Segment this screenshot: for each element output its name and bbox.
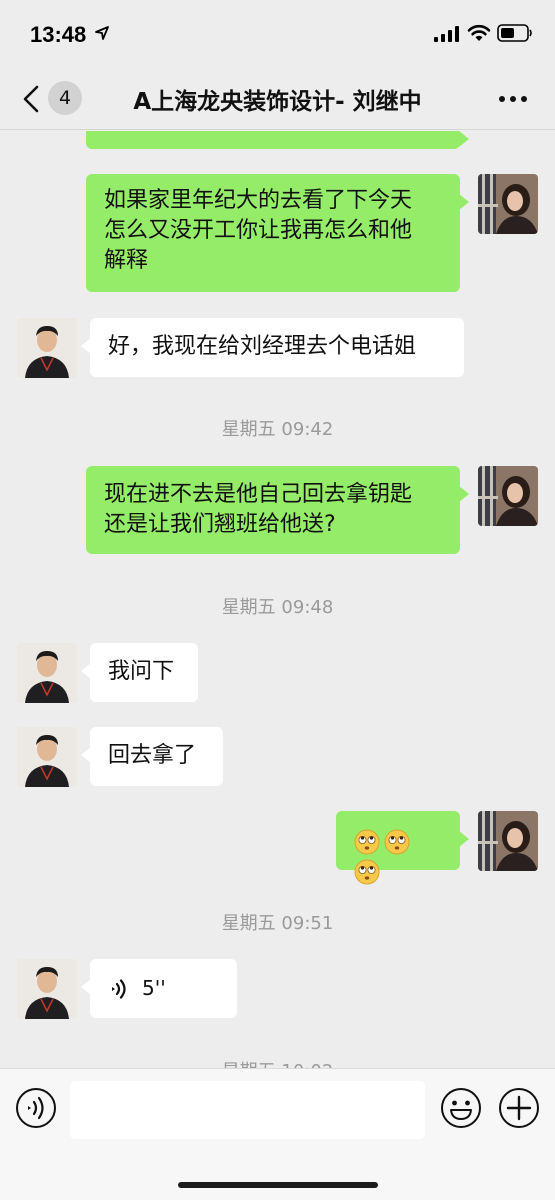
message-bubble-outgoing[interactable]: 如果家里年纪大的去看了下今天 怎么又没开工你让我再怎么和他 解释 (86, 174, 469, 292)
emoji-icon[interactable] (440, 1087, 482, 1129)
voice-message-bubble[interactable]: 5'' (81, 959, 237, 1018)
contact-avatar[interactable] (17, 727, 77, 787)
contact-avatar[interactable] (17, 318, 77, 378)
my-avatar[interactable] (478, 811, 538, 871)
message-bubble-incoming[interactable]: 好，我现在给刘经理去个电话姐 (81, 318, 464, 377)
contact-avatar[interactable] (17, 643, 77, 703)
man-photo-icon (17, 959, 77, 1019)
more-options-icon[interactable] (497, 94, 529, 104)
unread-count-badge[interactable]: 4 (48, 81, 82, 115)
message-text-line: 还是让我们翘班给他送? (104, 512, 336, 537)
message-timestamp: 星期五 09:48 (221, 597, 334, 618)
message-timestamp: 星期五 10:02 (0, 1057, 555, 1068)
message-bubble-partial[interactable] (86, 131, 469, 149)
home-indicator (178, 1182, 378, 1188)
back-chevron-icon[interactable] (20, 84, 42, 114)
message-input[interactable] (70, 1081, 425, 1139)
my-avatar[interactable] (478, 466, 538, 526)
woman-photo-icon (478, 174, 538, 234)
message-text-line: 如果家里年纪大的去看了下今天 (104, 188, 413, 213)
rolling-eyes-face-icon (354, 859, 380, 885)
wifi-icon (467, 24, 491, 41)
status-time: 13:48 (30, 22, 87, 47)
voice-input-icon[interactable] (15, 1087, 57, 1129)
man-photo-icon (17, 318, 77, 378)
battery-icon (497, 24, 532, 42)
message-bubble-outgoing[interactable]: 现在进不去是他自己回去拿钥匙 还是让我们翘班给他送? (86, 466, 469, 554)
message-timestamp: 星期五 09:51 (221, 913, 334, 934)
chat-title: A上海龙央装饰设计- 刘继中 (133, 89, 422, 115)
message-text-line: 怎么又没开工你让我再怎么和他 (104, 218, 413, 243)
rolling-eyes-face-icon (354, 829, 380, 855)
woman-photo-icon (478, 811, 538, 871)
message-text-line: 现在进不去是他自己回去拿钥匙 (104, 482, 413, 507)
message-timestamp: 星期五 09:42 (221, 419, 334, 440)
chat-input-bar (0, 1068, 555, 1200)
message-bubble-incoming[interactable]: 回去拿了 (81, 727, 223, 786)
message-text: 回去拿了 (108, 743, 197, 768)
location-arrow-icon (95, 26, 109, 40)
message-bubble-outgoing-emoji[interactable] (336, 811, 469, 885)
chat-message-list[interactable]: 如果家里年纪大的去看了下今天 怎么又没开工你让我再怎么和他 解释 好，我现在给刘… (0, 131, 555, 1068)
message-text: 好，我现在给刘经理去个电话姐 (108, 334, 417, 359)
man-photo-icon (17, 643, 77, 703)
message-text: 我问下 (108, 659, 175, 684)
plus-icon[interactable] (498, 1087, 540, 1129)
cellular-signal-icon (434, 26, 459, 42)
contact-avatar[interactable] (17, 959, 77, 1019)
rolling-eyes-face-icon (384, 829, 410, 855)
voice-duration: 5'' (142, 976, 166, 1000)
voice-wave-icon (112, 979, 126, 999)
man-photo-icon (17, 727, 77, 787)
message-text-line: 解释 (104, 248, 149, 273)
nav-bar: 4 A上海龙央装饰设计- 刘继中 (0, 66, 555, 130)
woman-photo-icon (478, 466, 538, 526)
my-avatar[interactable] (478, 174, 538, 234)
status-bar: 13:48 (0, 0, 555, 66)
message-bubble-incoming[interactable]: 我问下 (81, 643, 198, 702)
